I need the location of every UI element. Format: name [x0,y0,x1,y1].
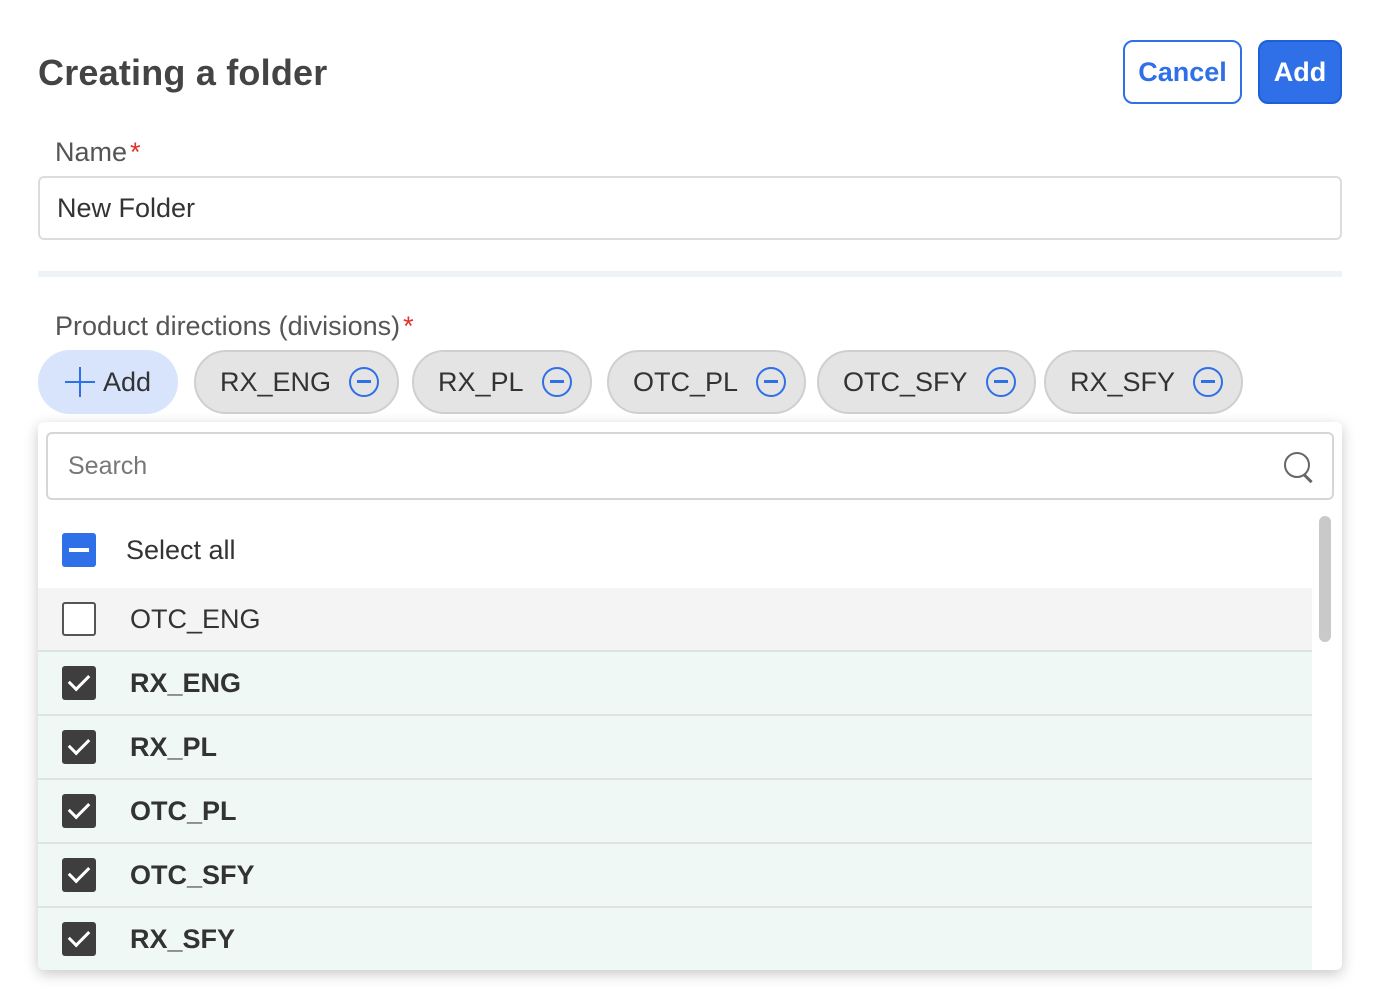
chip-label: RX_ENG [220,366,332,397]
option-label: OTC_PL [130,795,237,826]
checkbox[interactable] [62,602,96,636]
division-chip: RX_PL [412,350,592,414]
cancel-button[interactable]: Cancel [1123,40,1242,104]
option-label: Select all [126,534,236,565]
divisions-label: Product directions (divisions) * [55,311,414,342]
checkbox-checked[interactable] [62,794,96,828]
add-division-button[interactable]: Add [38,350,178,414]
option-label: OTC_ENG [130,603,261,634]
page-title: Creating a folder [38,52,328,93]
chip-label: RX_SFY [1070,366,1176,397]
chip-label: OTC_SFY [843,366,968,397]
search-input[interactable] [68,451,1248,481]
dialog-header: Creating a folder Cancel Add [38,40,1342,104]
scrollbar-thumb[interactable] [1319,516,1331,642]
plus-icon [64,367,95,397]
section-divider [38,271,1342,277]
indeterminate-checkbox-icon[interactable] [62,533,96,567]
divisions-dropdown: Select all OTC_ENG RX_ENG RX_PL OTC_PL O… [38,422,1342,970]
list-item[interactable]: OTC_ENG [38,588,1312,652]
remove-circle-icon[interactable] [1193,367,1224,397]
list-item[interactable]: RX_ENG [38,652,1312,716]
remove-circle-icon[interactable] [349,367,380,397]
option-label: RX_PL [130,731,218,762]
division-chip: OTC_SFY [817,350,1036,414]
remove-circle-icon[interactable] [541,367,572,397]
search-box [46,432,1334,500]
required-mark: * [403,311,414,341]
chip-label: OTC_PL [633,366,739,397]
divisions-chip-row: Add RX_ENG RX_PL OTC_PL OTC_SFY RX_SFY [38,350,1342,414]
remove-circle-icon[interactable] [985,367,1016,397]
list-item[interactable]: OTC_SFY [38,844,1312,908]
name-label: Name * [55,137,141,168]
option-label: RX_SFY [130,923,236,954]
remove-circle-icon[interactable] [756,367,787,397]
division-chip: RX_SFY [1044,350,1244,414]
division-chip: RX_ENG [194,350,400,414]
required-mark: * [130,137,141,167]
search-icon[interactable] [1284,452,1314,482]
list-item[interactable]: RX_SFY [38,908,1312,970]
options-list: Select all OTC_ENG RX_ENG RX_PL OTC_PL O… [38,512,1312,970]
list-item[interactable]: RX_PL [38,716,1312,780]
checkbox-checked[interactable] [62,922,96,956]
list-item[interactable]: OTC_PL [38,780,1312,844]
scrollbar[interactable] [1316,512,1334,962]
option-label: OTC_SFY [130,859,255,890]
division-chip: OTC_PL [607,350,807,414]
name-label-text: Name [55,137,128,167]
option-label: RX_ENG [130,667,242,698]
divisions-label-text: Product directions (divisions) [55,311,401,341]
chip-label: RX_PL [438,366,524,397]
add-button[interactable]: Add [1258,40,1342,104]
select-all-option[interactable]: Select all [38,512,1312,588]
checkbox-checked[interactable] [62,730,96,764]
add-division-label: Add [102,366,152,397]
name-input[interactable]: New Folder [38,176,1342,240]
checkbox-checked[interactable] [62,666,96,700]
checkbox-checked[interactable] [62,858,96,892]
